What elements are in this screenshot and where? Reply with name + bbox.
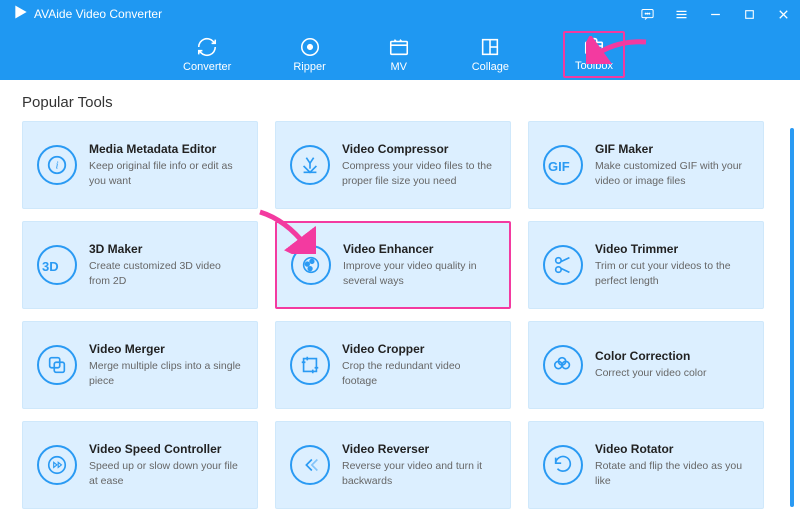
card-title: Media Metadata Editor [89, 142, 243, 156]
converter-icon [196, 36, 218, 58]
color-correction-icon [543, 345, 583, 385]
card-text: Video Reverser Reverse your video and tur… [342, 442, 496, 487]
card-text: GIF Maker Make customized GIF with your v… [595, 142, 749, 187]
titlebar: AVAide Video Converter [0, 0, 800, 28]
tool-card-video-compressor[interactable]: Video Compressor Compress your video file… [275, 121, 511, 209]
card-title: Video Compressor [342, 142, 496, 156]
card-text: Color Correction Correct your video color [595, 349, 706, 380]
card-desc: Improve your video quality in several wa… [343, 259, 495, 287]
video-merger-icon [37, 345, 77, 385]
tool-card-3d-maker[interactable]: 3D 3D Maker Create customized 3D video fro… [22, 221, 258, 309]
card-desc: Trim or cut your videos to the perfect l… [595, 259, 749, 287]
nav-mv[interactable]: MV [380, 32, 418, 77]
app-title: AVAide Video Converter [34, 7, 162, 21]
tool-card-video-speed-controller[interactable]: Video Speed Controller Speed up or slow d… [22, 421, 258, 509]
nav-label: Ripper [293, 61, 325, 73]
svg-text:i: i [55, 160, 58, 172]
card-title: Video Cropper [342, 342, 496, 356]
ripper-icon [299, 36, 321, 58]
collage-icon [479, 36, 501, 58]
tool-card-video-reverser[interactable]: Video Reverser Reverse your video and tur… [275, 421, 511, 509]
nav-label: Converter [183, 61, 231, 73]
card-desc: Reverse your video and turn it backwards [342, 459, 496, 487]
main-nav: Converter Ripper MV Collage Toolbox [0, 28, 800, 80]
card-desc: Create customized 3D video from 2D [89, 259, 243, 287]
content-area: Popular Tools i Media Metadata Editor Keep… [0, 80, 800, 517]
nav-label: Collage [472, 61, 509, 73]
tool-card-video-cropper[interactable]: Video Cropper Crop the redundant video fo… [275, 321, 511, 409]
card-title: Video Reverser [342, 442, 496, 456]
menu-button[interactable] [670, 3, 692, 25]
tools-grid: i Media Metadata Editor Keep original file… [22, 121, 778, 509]
play-logo-icon [12, 4, 28, 25]
video-trimmer-icon [543, 245, 583, 285]
card-text: Video Cropper Crop the redundant video fo… [342, 342, 496, 387]
card-title: Video Rotator [595, 442, 749, 456]
card-text: Video Speed Controller Speed up or slow d… [89, 442, 243, 487]
nav-ripper[interactable]: Ripper [285, 32, 333, 77]
tool-card-video-rotator[interactable]: Video Rotator Rotate and flip the video a… [528, 421, 764, 509]
card-text: Video Compressor Compress your video file… [342, 142, 496, 187]
card-title: GIF Maker [595, 142, 749, 156]
nav-label: MV [390, 61, 407, 73]
card-title: Video Trimmer [595, 242, 749, 256]
tool-card-video-trimmer[interactable]: Video Trimmer Trim or cut your videos to … [528, 221, 764, 309]
maximize-button[interactable] [738, 3, 760, 25]
card-title: Color Correction [595, 349, 706, 363]
close-button[interactable] [772, 3, 794, 25]
gif-maker-icon: GIF [543, 145, 583, 185]
video-speed-controller-icon [37, 445, 77, 485]
tool-card-color-correction[interactable]: Color Correction Correct your video color [528, 321, 764, 409]
video-rotator-icon [543, 445, 583, 485]
card-desc: Crop the redundant video footage [342, 359, 496, 387]
video-compressor-icon [290, 145, 330, 185]
video-cropper-icon [290, 345, 330, 385]
card-desc: Merge multiple clips into a single piece [89, 359, 243, 387]
card-desc: Make customized GIF with your video or i… [595, 159, 749, 187]
video-enhancer-icon [291, 245, 331, 285]
card-desc: Rotate and flip the video as you like [595, 459, 749, 487]
mv-icon [388, 36, 410, 58]
tool-card-video-enhancer[interactable]: Video Enhancer Improve your video quality… [275, 221, 511, 309]
nav-collage[interactable]: Collage [464, 32, 517, 77]
feedback-button[interactable] [636, 3, 658, 25]
app-logo: AVAide Video Converter [6, 4, 162, 25]
card-text: Video Trimmer Trim or cut your videos to … [595, 242, 749, 287]
tool-card-video-merger[interactable]: Video Merger Merge multiple clips into a … [22, 321, 258, 409]
media-metadata-editor-icon: i [37, 145, 77, 185]
tool-card-gif-maker[interactable]: GIF GIF Maker Make customized GIF with you… [528, 121, 764, 209]
card-text: Video Rotator Rotate and flip the video a… [595, 442, 749, 487]
card-title: Video Enhancer [343, 242, 495, 256]
card-desc: Keep original file info or edit as you w… [89, 159, 243, 187]
window-controls [636, 3, 794, 25]
3d-maker-icon: 3D [37, 245, 77, 285]
svg-text:3D: 3D [42, 259, 59, 274]
card-title: 3D Maker [89, 242, 243, 256]
svg-text:GIF: GIF [548, 159, 570, 174]
video-reverser-icon [290, 445, 330, 485]
tool-card-media-metadata-editor[interactable]: i Media Metadata Editor Keep original file… [22, 121, 258, 209]
card-desc: Speed up or slow down your file at ease [89, 459, 243, 487]
card-desc: Correct your video color [595, 366, 706, 380]
scrollbar[interactable] [790, 128, 794, 507]
card-title: Video Merger [89, 342, 243, 356]
card-desc: Compress your video files to the proper … [342, 159, 496, 187]
card-text: Video Merger Merge multiple clips into a … [89, 342, 243, 387]
section-title: Popular Tools [22, 94, 778, 111]
toolbox-icon [583, 35, 605, 57]
minimize-button[interactable] [704, 3, 726, 25]
nav-converter[interactable]: Converter [175, 32, 239, 77]
card-text: Video Enhancer Improve your video quality… [343, 242, 495, 287]
nav-label: Toolbox [575, 60, 613, 72]
card-title: Video Speed Controller [89, 442, 243, 456]
card-text: Media Metadata Editor Keep original file … [89, 142, 243, 187]
card-text: 3D Maker Create customized 3D video from … [89, 242, 243, 287]
window-header: AVAide Video Converter C [0, 0, 800, 80]
nav-toolbox[interactable]: Toolbox [563, 31, 625, 78]
